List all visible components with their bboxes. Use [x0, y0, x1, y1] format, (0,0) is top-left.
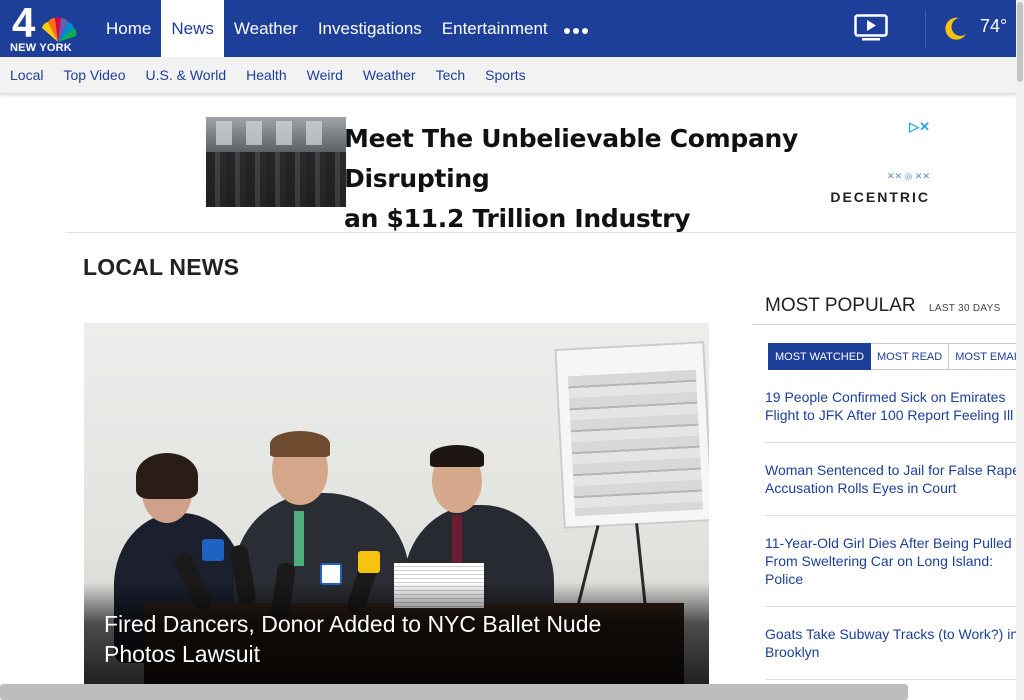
sub-nav-bar: Local Top Video U.S. & World Health Weir…	[0, 57, 1016, 94]
nav-investigations[interactable]: Investigations	[308, 0, 432, 57]
peacock-icon	[42, 17, 77, 42]
nav-entertainment[interactable]: Entertainment	[432, 0, 558, 57]
ad-headline[interactable]: Meet The Unbelievable Company Disrupting…	[344, 119, 944, 239]
tab-most-watched[interactable]: MOST WATCHED	[768, 343, 872, 370]
more-dots-icon[interactable]	[558, 0, 598, 57]
list-item[interactable]: Woman Sentenced to Jail for False Rape A…	[765, 461, 1024, 497]
nav-news[interactable]: News	[161, 0, 224, 57]
hero-image-board	[554, 341, 709, 529]
most-popular-tabs: MOST WATCHED MOST READ MOST EMAILED	[768, 343, 1024, 370]
scrollbar-thumb[interactable]	[1017, 2, 1023, 82]
vertical-scrollbar[interactable]	[1016, 0, 1024, 700]
section-divider	[66, 232, 1016, 233]
list-item-line: Woman Sentenced to Jail for False Rape	[765, 462, 1020, 478]
subnav-top-video[interactable]: Top Video	[53, 57, 135, 94]
list-item-line: Police	[765, 571, 804, 587]
list-separator	[765, 679, 1016, 680]
video-play-icon[interactable]	[854, 14, 888, 42]
list-item-line: Goats Take Subway Tracks (to Work?) in	[765, 626, 1019, 642]
most-popular-rule	[752, 324, 1016, 325]
list-item-line: From Sweltering Car on Long Island:	[765, 553, 993, 569]
nav-divider	[925, 10, 926, 48]
list-item-line: 19 People Confirmed Sick on Emirates	[765, 389, 1006, 405]
list-separator	[765, 606, 1016, 607]
hero-image-person	[294, 511, 304, 566]
nav-home[interactable]: Home	[96, 0, 161, 57]
subnav-sports[interactable]: Sports	[475, 57, 535, 94]
moon-icon	[945, 17, 966, 40]
section-title: LOCAL NEWS	[83, 254, 240, 280]
ad-headline-line1: Meet The Unbelievable Company Disrupting	[344, 124, 799, 193]
subnav-local[interactable]: Local	[0, 57, 53, 94]
ad-brand: DECENTRIC	[830, 189, 930, 205]
list-separator	[765, 442, 1016, 443]
list-item[interactable]: Goats Take Subway Tracks (to Work?) in B…	[765, 625, 1024, 661]
hero-headline[interactable]: Fired Dancers, Donor Added to NYC Ballet…	[104, 609, 664, 669]
main-nav: Home News Weather Investigations Enterta…	[96, 0, 598, 57]
logo-number: 4	[12, 0, 36, 46]
subnav-weird[interactable]: Weird	[297, 57, 353, 94]
top-nav-bar: 4 NEW YORK Home News Weather Investigati…	[0, 0, 1016, 57]
ad-headline-line2: an $11.2 Trillion Industry	[344, 204, 691, 233]
logo-city: NEW YORK	[10, 42, 72, 54]
sub-nav: Local Top Video U.S. & World Health Weir…	[0, 57, 536, 94]
subnav-tech[interactable]: Tech	[426, 57, 476, 94]
horizontal-scrollbar[interactable]	[0, 684, 908, 700]
hero-story[interactable]: Fired Dancers, Donor Added to NYC Ballet…	[84, 323, 709, 687]
most-popular-title: MOST POPULAR	[765, 295, 916, 316]
hero-image-person	[430, 445, 484, 467]
ad-image	[206, 117, 346, 207]
subnav-weather[interactable]: Weather	[353, 57, 426, 94]
list-item-line: Accusation Rolls Eyes in Court	[765, 480, 957, 496]
tab-most-emailed[interactable]: MOST EMAILED	[949, 343, 1024, 370]
advertisement-banner[interactable]: Meet The Unbelievable Company Disrupting…	[206, 117, 932, 233]
hero-image-microphone	[358, 551, 380, 573]
list-item-line: Flight to JFK After 100 Report Feeling I…	[765, 407, 1014, 423]
nbc4-logo[interactable]: 4 NEW YORK	[10, 0, 80, 54]
adchoices-icon[interactable]: ▷✕	[909, 119, 930, 135]
most-popular-panel: MOST POPULAR LAST 30 DAYS MOST WATCHED M…	[752, 292, 1024, 700]
list-item[interactable]: 19 People Confirmed Sick on Emirates Fli…	[765, 388, 1024, 424]
hero-image-person	[136, 453, 198, 499]
most-popular-subtitle: LAST 30 DAYS	[929, 303, 1001, 314]
hero-image-person	[270, 431, 330, 457]
list-item[interactable]: 11-Year-Old Girl Dies After Being Pulled…	[765, 534, 1024, 588]
ad-brand-mark-icon: ✕✕ ◎ ✕✕	[886, 171, 930, 181]
nav-weather[interactable]: Weather	[224, 0, 308, 57]
subnav-us-world[interactable]: U.S. & World	[135, 57, 236, 94]
list-separator	[765, 515, 1016, 516]
temperature[interactable]: 74°	[980, 16, 1007, 37]
tab-most-read[interactable]: MOST READ	[871, 343, 950, 370]
list-item-line: 11-Year-Old Girl Dies After Being Pulled	[765, 535, 1012, 551]
subnav-health[interactable]: Health	[236, 57, 296, 94]
hero-image-microphone	[202, 539, 224, 561]
list-item-line: Brooklyn	[765, 644, 820, 660]
